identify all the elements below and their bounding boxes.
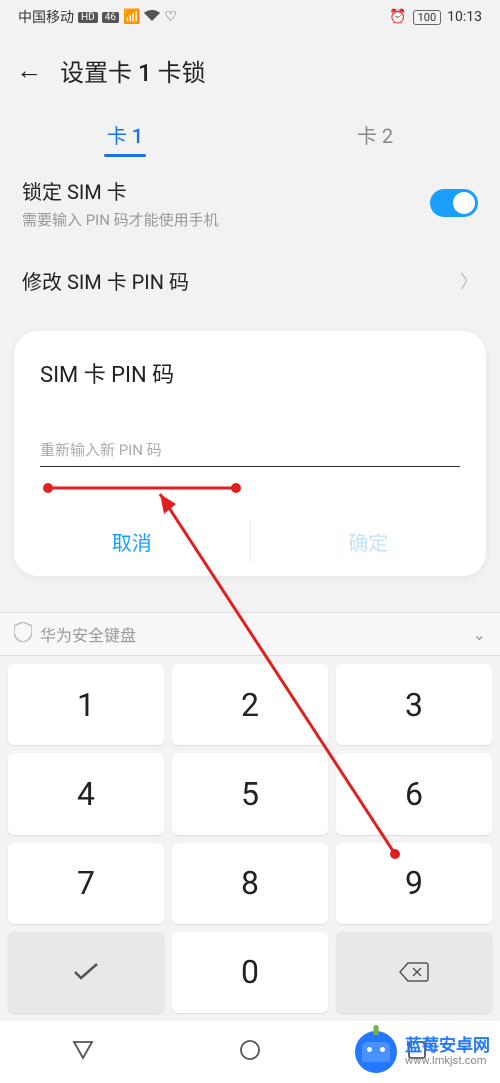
dialog-buttons: 取消 确定	[14, 507, 486, 576]
key-8[interactable]: 8	[172, 843, 328, 924]
keyboard-header: 华为安全键盘 ⌄	[0, 612, 500, 656]
page-title: 设置卡 1 卡锁	[60, 53, 206, 88]
watermark-logo-icon	[355, 1031, 397, 1073]
status-bar: 中国移动 HD 46 📶 ♡ ⏰ 100 10:13	[0, 0, 500, 34]
keyboard-brand-text: 华为安全键盘	[40, 622, 136, 646]
time-text: 10:13	[447, 9, 482, 25]
tab-sim1[interactable]: 卡 1	[0, 108, 250, 161]
change-pin-label: 修改 SIM 卡 PIN 码	[22, 266, 189, 295]
dialog-title: SIM 卡 PIN 码	[14, 357, 486, 389]
chevron-right-icon: 〉	[460, 268, 478, 294]
key-4[interactable]: 4	[8, 753, 164, 834]
pin-dialog: SIM 卡 PIN 码 重新输入新 PIN 码 取消 确定	[14, 331, 486, 576]
tab-sim2[interactable]: 卡 2	[250, 108, 500, 161]
shield-icon	[14, 622, 32, 646]
key-done[interactable]	[8, 932, 164, 1013]
keyboard-brand: 华为安全键盘	[14, 622, 136, 646]
battery-indicator: 100	[413, 10, 442, 25]
backspace-icon	[399, 961, 429, 983]
carrier-text: 中国移动	[18, 7, 74, 27]
keyboard-collapse-button[interactable]: ⌄	[473, 625, 486, 644]
hd-badge: HD	[78, 12, 98, 23]
sim-lock-text: 锁定 SIM 卡 需要输入 PIN 码才能使用手机	[22, 176, 219, 230]
alarm-icon: ⏰	[389, 9, 406, 25]
confirm-button[interactable]: 确定	[251, 507, 487, 576]
key-5[interactable]: 5	[172, 753, 328, 834]
cancel-button[interactable]: 取消	[14, 507, 250, 576]
pin-placeholder: 重新输入新 PIN 码	[40, 439, 460, 460]
page-header: ← 设置卡 1 卡锁	[0, 34, 500, 106]
status-right: ⏰ 100 10:13	[389, 9, 482, 25]
sim-lock-toggle[interactable]	[430, 189, 478, 217]
sim-lock-sub: 需要输入 PIN 码才能使用手机	[22, 209, 219, 230]
key-2[interactable]: 2	[172, 664, 328, 745]
net-badge: 46	[102, 12, 119, 23]
pin-input-area[interactable]: 重新输入新 PIN 码	[14, 389, 486, 467]
status-left: 中国移动 HD 46 📶 ♡	[18, 7, 177, 27]
tabs: 卡 1 卡 2	[0, 106, 500, 162]
watermark-url: www.lmkjst.com	[405, 1055, 490, 1067]
wifi-icon	[144, 9, 160, 25]
watermark-text: 蓝莓安卓网 www.lmkjst.com	[405, 1037, 490, 1068]
nav-back-button[interactable]	[72, 1039, 94, 1065]
back-button[interactable]: ←	[16, 55, 42, 86]
check-icon	[72, 962, 100, 982]
key-7[interactable]: 7	[8, 843, 164, 924]
sim-lock-row: 锁定 SIM 卡 需要输入 PIN 码才能使用手机	[0, 162, 500, 242]
key-6[interactable]: 6	[336, 753, 492, 834]
key-3[interactable]: 3	[336, 664, 492, 745]
keypad: 1 2 3 4 5 6 7 8 9 0	[0, 656, 500, 1021]
key-backspace[interactable]	[336, 932, 492, 1013]
input-underline	[40, 466, 460, 467]
watermark: 蓝莓安卓网 www.lmkjst.com	[355, 1031, 490, 1073]
key-9[interactable]: 9	[336, 843, 492, 924]
signal-icon: 📶	[123, 9, 140, 25]
key-1[interactable]: 1	[8, 664, 164, 745]
key-0[interactable]: 0	[172, 932, 328, 1013]
sim-lock-label: 锁定 SIM 卡	[22, 176, 219, 205]
heart-icon: ♡	[164, 9, 177, 25]
change-pin-row[interactable]: 修改 SIM 卡 PIN 码 〉	[0, 242, 500, 319]
nav-home-button[interactable]	[239, 1039, 261, 1065]
watermark-title: 蓝莓安卓网	[405, 1037, 490, 1056]
